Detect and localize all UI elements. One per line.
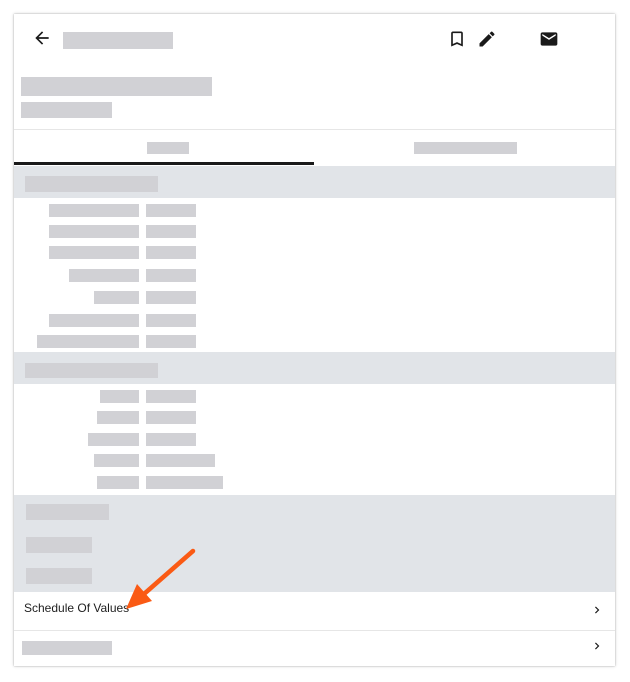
field-value xyxy=(146,291,196,304)
tab-general[interactable] xyxy=(147,142,189,154)
field-value xyxy=(146,411,196,424)
field-value xyxy=(146,433,196,446)
field-label xyxy=(49,204,139,217)
field-value xyxy=(146,204,196,217)
tabs-top-divider xyxy=(14,129,615,130)
related-item-placeholder xyxy=(26,537,92,553)
section-title-placeholder xyxy=(25,176,158,192)
record-detail-panel: Schedule Of Values xyxy=(14,14,615,666)
field-value xyxy=(146,335,196,348)
header-title-placeholder xyxy=(63,32,173,49)
field-value xyxy=(146,314,196,327)
related-item-placeholder xyxy=(26,568,92,584)
related-title-placeholder xyxy=(26,504,109,520)
active-tab-indicator xyxy=(14,162,314,165)
tab-secondary[interactable] xyxy=(414,142,517,154)
schedule-of-values-label: Schedule Of Values xyxy=(24,601,130,615)
field-label xyxy=(94,291,139,304)
mail-icon[interactable] xyxy=(539,29,559,49)
field-label xyxy=(49,246,139,259)
chevron-right-icon[interactable] xyxy=(590,639,604,653)
edit-icon[interactable] xyxy=(477,29,497,49)
field-label xyxy=(69,269,139,282)
related-section xyxy=(14,495,615,592)
field-label xyxy=(94,454,139,467)
field-label xyxy=(37,335,139,348)
field-label xyxy=(88,433,139,446)
back-arrow-icon[interactable] xyxy=(32,28,52,48)
list-item-label-placeholder xyxy=(22,641,112,655)
field-value xyxy=(146,476,223,489)
field-label xyxy=(100,390,139,403)
chevron-right-icon[interactable] xyxy=(590,603,604,617)
field-label xyxy=(97,476,139,489)
field-label xyxy=(97,411,139,424)
field-label xyxy=(49,225,139,238)
section-header-1 xyxy=(14,166,615,198)
field-value xyxy=(146,269,196,282)
field-label xyxy=(49,314,139,327)
field-value xyxy=(146,246,196,259)
bookmark-icon[interactable] xyxy=(447,29,467,49)
field-value xyxy=(146,390,196,403)
section-title-placeholder xyxy=(25,363,158,378)
record-title-placeholder xyxy=(21,77,212,96)
record-subtitle-placeholder xyxy=(21,102,112,118)
field-value xyxy=(146,454,215,467)
section-header-2 xyxy=(14,352,615,384)
field-value xyxy=(146,225,196,238)
